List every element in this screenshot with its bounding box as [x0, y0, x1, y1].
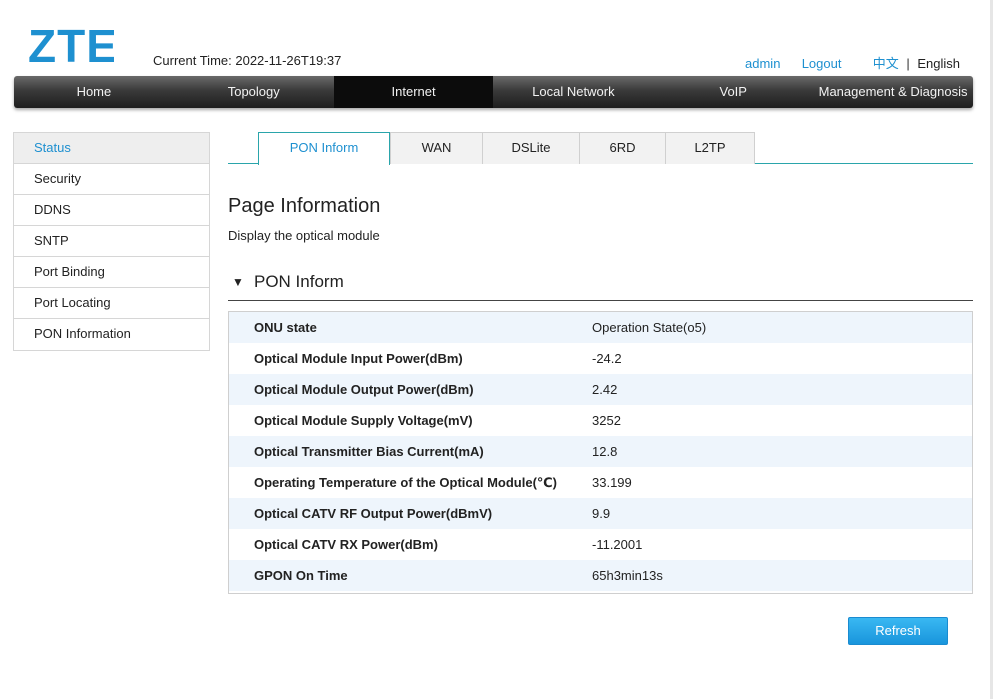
row-label: Optical Module Output Power(dBm): [254, 374, 474, 405]
row-value: 33.199: [592, 467, 632, 498]
lang-separator: |: [906, 56, 909, 71]
row-label: Operating Temperature of the Optical Mod…: [254, 467, 557, 498]
tab-l2tp[interactable]: L2TP: [665, 132, 755, 164]
sidebar-item-pon-information[interactable]: PON Information: [14, 319, 209, 350]
nav-management-diagnosis[interactable]: Management & Diagnosis: [813, 76, 973, 108]
main-nav: Home Topology Internet Local Network VoI…: [14, 76, 973, 108]
row-label: Optical CATV RX Power(dBm): [254, 529, 438, 560]
row-value: Operation State(o5): [592, 312, 706, 343]
sidebar: Status Security DDNS SNTP Port Binding P…: [13, 132, 210, 351]
logout-link[interactable]: Logout: [802, 56, 842, 71]
sidebar-item-security[interactable]: Security: [14, 164, 209, 195]
row-value: 3252: [592, 405, 621, 436]
table-row: Optical CATV RX Power(dBm) -11.2001: [229, 529, 972, 560]
triangle-down-icon[interactable]: ▼: [232, 275, 244, 289]
page-title: Page Information: [228, 195, 380, 218]
nav-local-network[interactable]: Local Network: [493, 76, 653, 108]
sidebar-item-port-locating[interactable]: Port Locating: [14, 288, 209, 319]
lang-zh-link[interactable]: 中文: [873, 56, 899, 71]
top-links: admin Logout 中文 | English: [745, 53, 960, 72]
tab-bar: PON Inform WAN DSLite 6RD L2TP: [228, 132, 973, 164]
table-row: ONU state Operation State(o5): [229, 312, 972, 343]
lang-en-link[interactable]: English: [917, 56, 960, 71]
user-link[interactable]: admin: [745, 56, 780, 71]
page-description: Display the optical module: [228, 228, 380, 243]
nav-internet[interactable]: Internet: [334, 76, 494, 108]
svg-text:ZTE: ZTE: [28, 24, 114, 68]
tab-6rd[interactable]: 6RD: [579, 132, 666, 164]
tab-dslite[interactable]: DSLite: [482, 132, 580, 164]
section-title: PON Inform: [254, 272, 344, 292]
tab-pon-inform[interactable]: PON Inform: [258, 132, 390, 165]
zte-logo: ZTE: [28, 24, 114, 68]
nav-topology[interactable]: Topology: [174, 76, 334, 108]
table-row: Optical CATV RF Output Power(dBmV) 9.9: [229, 498, 972, 529]
row-value: 2.42: [592, 374, 617, 405]
table-row: Optical Transmitter Bias Current(mA) 12.…: [229, 436, 972, 467]
row-label: Optical Transmitter Bias Current(mA): [254, 436, 484, 467]
row-value: 12.8: [592, 436, 617, 467]
tab-wan[interactable]: WAN: [390, 132, 483, 164]
row-value: 9.9: [592, 498, 610, 529]
sidebar-item-port-binding[interactable]: Port Binding: [14, 257, 209, 288]
table-row: Optical Module Input Power(dBm) -24.2: [229, 343, 972, 374]
table-row: Operating Temperature of the Optical Mod…: [229, 467, 972, 498]
nav-home[interactable]: Home: [14, 76, 174, 108]
nav-voip[interactable]: VoIP: [653, 76, 813, 108]
sidebar-item-sntp[interactable]: SNTP: [14, 226, 209, 257]
section-header[interactable]: ▼ PON Inform: [228, 271, 973, 301]
zte-logo-mark: ZTE: [28, 24, 114, 68]
row-label: Optical Module Supply Voltage(mV): [254, 405, 473, 436]
row-label: Optical Module Input Power(dBm): [254, 343, 463, 374]
table-row: Optical Module Output Power(dBm) 2.42: [229, 374, 972, 405]
row-label: ONU state: [254, 312, 317, 343]
row-value: -24.2: [592, 343, 622, 374]
refresh-button[interactable]: Refresh: [848, 617, 948, 645]
sidebar-item-status[interactable]: Status: [14, 133, 209, 164]
current-time: Current Time: 2022-11-26T19:37: [153, 53, 341, 68]
table-row: Optical Module Supply Voltage(mV) 3252: [229, 405, 972, 436]
row-label: Optical CATV RF Output Power(dBmV): [254, 498, 492, 529]
table-row: GPON On Time 65h3min13s: [229, 560, 972, 591]
pon-info-table: ONU state Operation State(o5) Optical Mo…: [228, 311, 973, 594]
row-value: -11.2001: [592, 529, 642, 560]
sidebar-item-ddns[interactable]: DDNS: [14, 195, 209, 226]
row-label: GPON On Time: [254, 560, 348, 591]
row-value: 65h3min13s: [592, 560, 663, 591]
